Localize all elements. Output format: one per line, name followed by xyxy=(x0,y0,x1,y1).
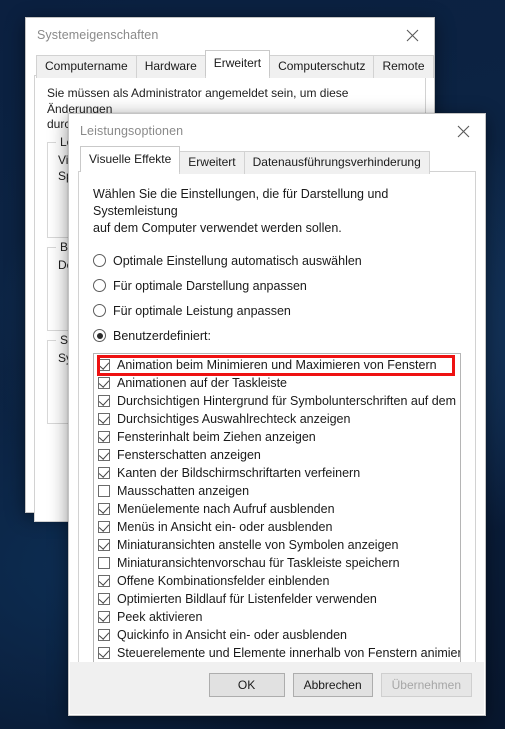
visual-effects-description-line2: auf dem Computer verwendet werden sollen… xyxy=(93,221,342,235)
apply-button: Übernehmen xyxy=(380,673,472,697)
list-item-label: Animation beim Minimieren und Maximieren… xyxy=(117,358,437,372)
radio-icon xyxy=(93,279,106,292)
list-item[interactable]: Fensterinhalt beim Ziehen anzeigen xyxy=(96,428,460,446)
ok-button[interactable]: OK xyxy=(208,673,285,697)
visual-effects-listbox[interactable]: Animation beim Minimieren und Maximieren… xyxy=(93,353,461,683)
list-item[interactable]: Quickinfo in Ansicht ein- oder ausblende… xyxy=(96,626,460,644)
tab-erweitert[interactable]: Erweitert xyxy=(179,151,245,174)
checkbox-icon[interactable] xyxy=(98,413,110,425)
cancel-button[interactable]: Abbrechen xyxy=(292,673,373,697)
list-item-label: Menüs in Ansicht ein- oder ausblenden xyxy=(117,520,333,534)
list-item[interactable]: Menüs in Ansicht ein- oder ausblenden xyxy=(96,518,460,536)
checkbox-icon[interactable] xyxy=(98,377,110,389)
checkbox-icon[interactable] xyxy=(98,647,110,659)
list-item[interactable]: Fensterschatten anzeigen xyxy=(96,446,460,464)
list-item[interactable]: Animation beim Minimieren und Maximieren… xyxy=(96,356,460,374)
checkbox-icon[interactable] xyxy=(98,629,110,641)
checkbox-icon[interactable] xyxy=(98,359,110,371)
list-item-label: Steuerelemente und Elemente innerhalb vo… xyxy=(117,646,461,660)
radio-benutzerdefiniert[interactable]: Benutzerdefiniert: xyxy=(93,325,461,346)
tab-computername[interactable]: Computername xyxy=(36,55,137,78)
checkbox-icon[interactable] xyxy=(98,431,110,443)
performance-options-window[interactable]: Leistungsoptionen Visuelle Effekte Erwei… xyxy=(68,113,486,716)
radio-icon xyxy=(93,304,106,317)
checkbox-icon[interactable] xyxy=(98,449,110,461)
visual-effects-radio-group[interactable]: Optimale Einstellung automatisch auswähl… xyxy=(93,250,461,346)
list-item[interactable]: Miniaturansichtenvorschau für Taskleiste… xyxy=(96,554,460,572)
dialog-button-bar: OK Abbrechen Übernehmen xyxy=(70,662,484,697)
checkbox-icon[interactable] xyxy=(98,395,110,407)
list-item[interactable]: Animationen auf der Taskleiste xyxy=(96,374,460,392)
list-item[interactable]: Durchsichtigen Hintergrund für Symbolunt… xyxy=(96,392,460,410)
radio-optimale-darstellung[interactable]: Für optimale Darstellung anpassen xyxy=(93,275,461,296)
list-item-label: Offene Kombinationsfelder einblenden xyxy=(117,574,330,588)
list-item-label: Animationen auf der Taskleiste xyxy=(117,376,288,390)
list-item-label: Mausschatten anzeigen xyxy=(117,484,250,498)
system-properties-tabstrip[interactable]: Computername Hardware Erweitert Computer… xyxy=(26,50,434,78)
list-item[interactable]: Offene Kombinationsfelder einblenden xyxy=(96,572,460,590)
radio-label: Optimale Einstellung automatisch auswähl… xyxy=(113,253,362,268)
list-item[interactable]: Peek aktivieren xyxy=(96,608,460,626)
list-item-label: Durchsichtigen Hintergrund für Symbolunt… xyxy=(117,394,461,408)
close-icon[interactable] xyxy=(390,20,434,50)
list-item-label: Miniaturansichten anstelle von Symbolen … xyxy=(117,538,399,552)
visual-effects-list[interactable]: Animation beim Minimieren und Maximieren… xyxy=(94,354,460,662)
tab-visuelle-effekte[interactable]: Visuelle Effekte xyxy=(80,146,181,172)
list-item[interactable]: Menüelemente nach Aufruf ausblenden xyxy=(96,500,460,518)
checkbox-icon[interactable] xyxy=(98,485,110,497)
visual-effects-description-line1: Wählen Sie die Einstellungen, die für Da… xyxy=(93,187,389,218)
list-item-label: Kanten der Bildschirmschriftarten verfei… xyxy=(117,466,361,480)
checkbox-icon[interactable] xyxy=(98,593,110,605)
performance-options-tabstrip[interactable]: Visuelle Effekte Erweitert Datenausführu… xyxy=(69,146,485,174)
tab-hardware[interactable]: Hardware xyxy=(135,55,206,78)
system-properties-title: Systemeigenschaften xyxy=(37,28,159,42)
close-icon[interactable] xyxy=(441,116,485,146)
list-item[interactable]: Kanten der Bildschirmschriftarten verfei… xyxy=(96,464,460,482)
list-item-label: Miniaturansichtenvorschau für Taskleiste… xyxy=(117,556,400,570)
checkbox-icon[interactable] xyxy=(98,503,110,515)
list-item-label: Peek aktivieren xyxy=(117,610,203,624)
tab-computerschutz[interactable]: Computerschutz xyxy=(269,55,375,78)
list-item-label: Durchsichtiges Auswahlrechteck anzeigen xyxy=(117,412,351,426)
radio-optimale-einstellung[interactable]: Optimale Einstellung automatisch auswähl… xyxy=(93,250,461,271)
checkbox-icon[interactable] xyxy=(98,557,110,569)
radio-optimale-leistung[interactable]: Für optimale Leistung anpassen xyxy=(93,300,461,321)
radio-label: Für optimale Leistung anpassen xyxy=(113,303,291,318)
list-item-label: Fensterinhalt beim Ziehen anzeigen xyxy=(117,430,316,444)
tab-datenausfuehrungsverhinderung[interactable]: Datenausführungsverhinderung xyxy=(243,151,430,174)
list-item-label: Fensterschatten anzeigen xyxy=(117,448,261,462)
visual-effects-panel: Wählen Sie die Einstellungen, die für Da… xyxy=(78,171,476,683)
list-item-label: Optimierten Bildlauf für Listenfelder ve… xyxy=(117,592,377,606)
list-item[interactable]: Mausschatten anzeigen xyxy=(96,482,460,500)
radio-label: Für optimale Darstellung anpassen xyxy=(113,278,307,293)
checkbox-icon[interactable] xyxy=(98,611,110,623)
visual-effects-description: Wählen Sie die Einstellungen, die für Da… xyxy=(93,186,461,237)
list-item[interactable]: Steuerelemente und Elemente innerhalb vo… xyxy=(96,644,460,662)
performance-options-titlebar[interactable]: Leistungsoptionen xyxy=(69,114,485,148)
checkbox-icon[interactable] xyxy=(98,467,110,479)
checkbox-icon[interactable] xyxy=(98,539,110,551)
radio-icon-selected xyxy=(93,329,106,342)
checkbox-icon[interactable] xyxy=(98,521,110,533)
tab-remote[interactable]: Remote xyxy=(373,55,434,78)
radio-icon xyxy=(93,254,106,267)
system-properties-titlebar[interactable]: Systemeigenschaften xyxy=(26,18,434,52)
checkbox-icon[interactable] xyxy=(98,575,110,587)
performance-options-footer: OK Abbrechen Übernehmen xyxy=(70,662,484,714)
radio-label: Benutzerdefiniert: xyxy=(113,328,211,343)
list-item[interactable]: Optimierten Bildlauf für Listenfelder ve… xyxy=(96,590,460,608)
list-item-label: Quickinfo in Ansicht ein- oder ausblende… xyxy=(117,628,348,642)
performance-options-title: Leistungsoptionen xyxy=(80,124,184,138)
list-item-label: Menüelemente nach Aufruf ausblenden xyxy=(117,502,335,516)
list-item[interactable]: Durchsichtiges Auswahlrechteck anzeigen xyxy=(96,410,460,428)
list-item[interactable]: Miniaturansichten anstelle von Symbolen … xyxy=(96,536,460,554)
tab-erweitert[interactable]: Erweitert xyxy=(204,50,271,76)
